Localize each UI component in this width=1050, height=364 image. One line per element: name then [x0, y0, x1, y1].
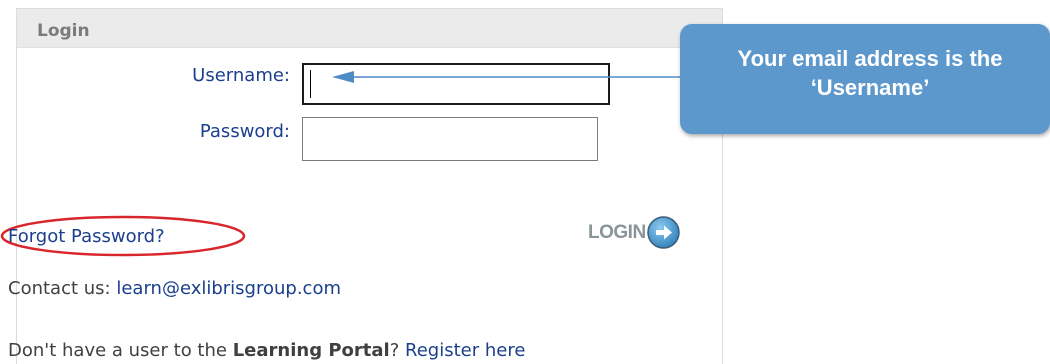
register-prefix: Don't have a user to the — [8, 340, 227, 361]
arrow-right-circle-icon — [646, 216, 680, 249]
contact-label: Contact us: — [8, 278, 111, 299]
panel-header: Login — [17, 9, 722, 48]
register-here-link[interactable]: Register here — [405, 340, 525, 361]
username-callout: Your email address is the ‘Username’ — [680, 24, 1050, 134]
register-row: Don't have a user to the Learning Portal… — [8, 340, 525, 361]
username-label: Username: — [192, 65, 290, 86]
text-cursor — [310, 70, 311, 98]
register-portal-name: Learning Portal — [232, 340, 390, 361]
login-button-label: LOGIN — [588, 221, 646, 243]
callout-line-2: ‘Username’ — [810, 75, 930, 100]
register-qmark: ? — [389, 340, 400, 361]
password-label: Password: — [199, 121, 290, 142]
password-input[interactable] — [302, 117, 598, 161]
forgot-password-link[interactable]: Forgot Password? — [8, 226, 165, 247]
contact-row: Contact us: learn@exlibrisgroup.com — [8, 278, 341, 299]
callout-line-1: Your email address is the — [737, 46, 1003, 71]
callout-arrow — [332, 71, 682, 83]
panel-title: Login — [37, 21, 90, 41]
login-panel: Login — [16, 8, 723, 364]
login-button[interactable]: LOGIN — [588, 216, 680, 249]
login-screen: Login Username: Password: Forgot Passwor… — [0, 0, 1050, 364]
contact-email-link[interactable]: learn@exlibrisgroup.com — [116, 278, 341, 299]
